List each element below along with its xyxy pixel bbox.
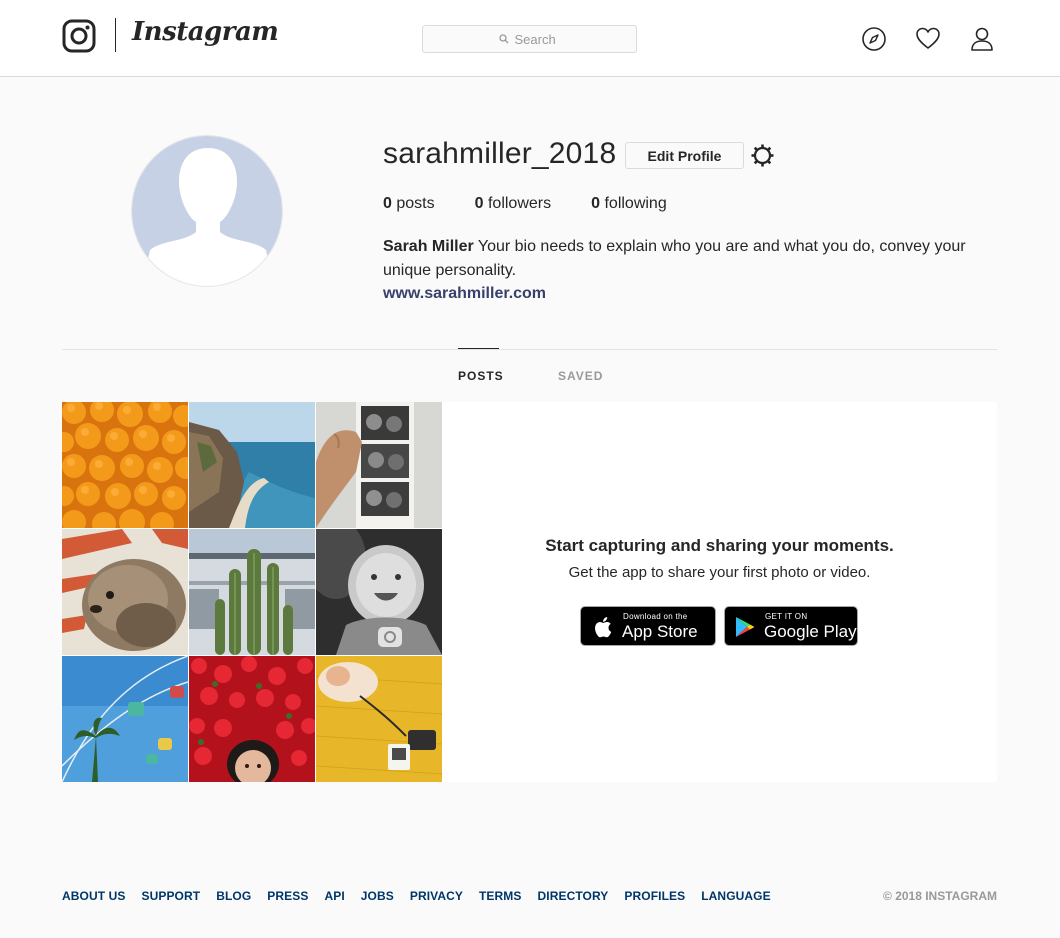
footer-link-privacy[interactable]: PRIVACY: [410, 889, 463, 903]
instagram-camera-icon[interactable]: [62, 19, 96, 53]
active-tab-indicator: [458, 348, 499, 349]
followers-label: followers: [487, 195, 552, 212]
posts-count: 0: [383, 195, 392, 212]
photo-red-flowers[interactable]: [189, 656, 315, 782]
photo-oranges[interactable]: [62, 402, 188, 528]
cta-title: Start capturing and sharing your moments…: [545, 536, 894, 555]
get-app-prompt: Start capturing and sharing your moments…: [442, 402, 997, 782]
photo-cactus-building[interactable]: [189, 529, 315, 655]
tabs-divider: [62, 349, 997, 350]
footer-link-api[interactable]: API: [324, 889, 344, 903]
cta-subtitle: Get the app to share your first photo or…: [568, 564, 871, 581]
footer-link-terms[interactable]: TERMS: [479, 889, 522, 903]
profile-stats: 0 posts 0 followers 0 following: [383, 195, 707, 213]
app-store-button[interactable]: Download on the App Store: [580, 606, 716, 646]
apple-icon: [595, 617, 612, 638]
profile-bio: Sarah Miller Your bio needs to explain w…: [383, 235, 983, 283]
following-stat[interactable]: 0 following: [591, 195, 667, 213]
posts-stat: 0 posts: [383, 195, 435, 213]
user-icon[interactable]: [969, 26, 995, 52]
footer-link-about-us[interactable]: ABOUT US: [62, 889, 125, 903]
tab-posts[interactable]: POSTS: [458, 369, 504, 383]
sample-photo-grid: [62, 402, 442, 782]
avatar[interactable]: [131, 135, 283, 287]
copyright-text: © 2018 INSTAGRAM: [883, 889, 997, 903]
footer-link-directory[interactable]: DIRECTORY: [538, 889, 609, 903]
app-store-small-label: Download on the: [623, 612, 688, 621]
compass-icon[interactable]: [861, 26, 887, 52]
footer-link-profiles[interactable]: PROFILES: [624, 889, 685, 903]
google-play-small-label: GET IT ON: [765, 612, 808, 621]
following-label: following: [604, 195, 667, 212]
google-play-icon: [736, 617, 755, 637]
profile-website-link[interactable]: www.sarahmiller.com: [383, 285, 546, 303]
search-icon: [498, 34, 508, 44]
followers-count: 0: [474, 195, 484, 212]
search-box[interactable]: [422, 25, 637, 53]
footer-link-blog[interactable]: BLOG: [216, 889, 251, 903]
instagram-wordmark[interactable]: Instagram: [132, 17, 279, 47]
tab-saved[interactable]: SAVED: [558, 369, 603, 383]
photo-sky-ride[interactable]: [62, 656, 188, 782]
heart-icon[interactable]: [915, 26, 941, 52]
footer-link-press[interactable]: PRESS: [267, 889, 308, 903]
google-play-button[interactable]: GET IT ON Google Play: [724, 606, 858, 646]
photo-coastline[interactable]: [189, 402, 315, 528]
photo-photobooth-strip[interactable]: [316, 402, 442, 528]
photo-cat-camera[interactable]: [316, 656, 442, 782]
following-count: 0: [591, 195, 601, 212]
footer-link-language[interactable]: LANGUAGE: [701, 889, 770, 903]
photo-dog[interactable]: [62, 529, 188, 655]
logo-divider: [115, 18, 116, 52]
top-navigation-bar: Instagram: [0, 0, 1060, 77]
google-play-big-label: Google Play: [764, 622, 857, 641]
profile-full-name: Sarah Miller: [383, 238, 474, 255]
edit-profile-button[interactable]: Edit Profile: [625, 142, 744, 169]
app-store-big-label: App Store: [622, 622, 698, 641]
default-avatar-icon: [132, 136, 282, 286]
photo-baby[interactable]: [316, 529, 442, 655]
search-input[interactable]: [514, 31, 561, 47]
footer-link-jobs[interactable]: JOBS: [361, 889, 394, 903]
profile-username: sarahmiller_2018: [383, 137, 617, 170]
gear-icon[interactable]: [750, 143, 775, 168]
posts-label: posts: [396, 195, 435, 212]
footer-links: ABOUT US SUPPORT BLOG PRESS API JOBS PRI…: [62, 889, 787, 903]
footer-link-support[interactable]: SUPPORT: [141, 889, 200, 903]
followers-stat[interactable]: 0 followers: [475, 195, 552, 213]
